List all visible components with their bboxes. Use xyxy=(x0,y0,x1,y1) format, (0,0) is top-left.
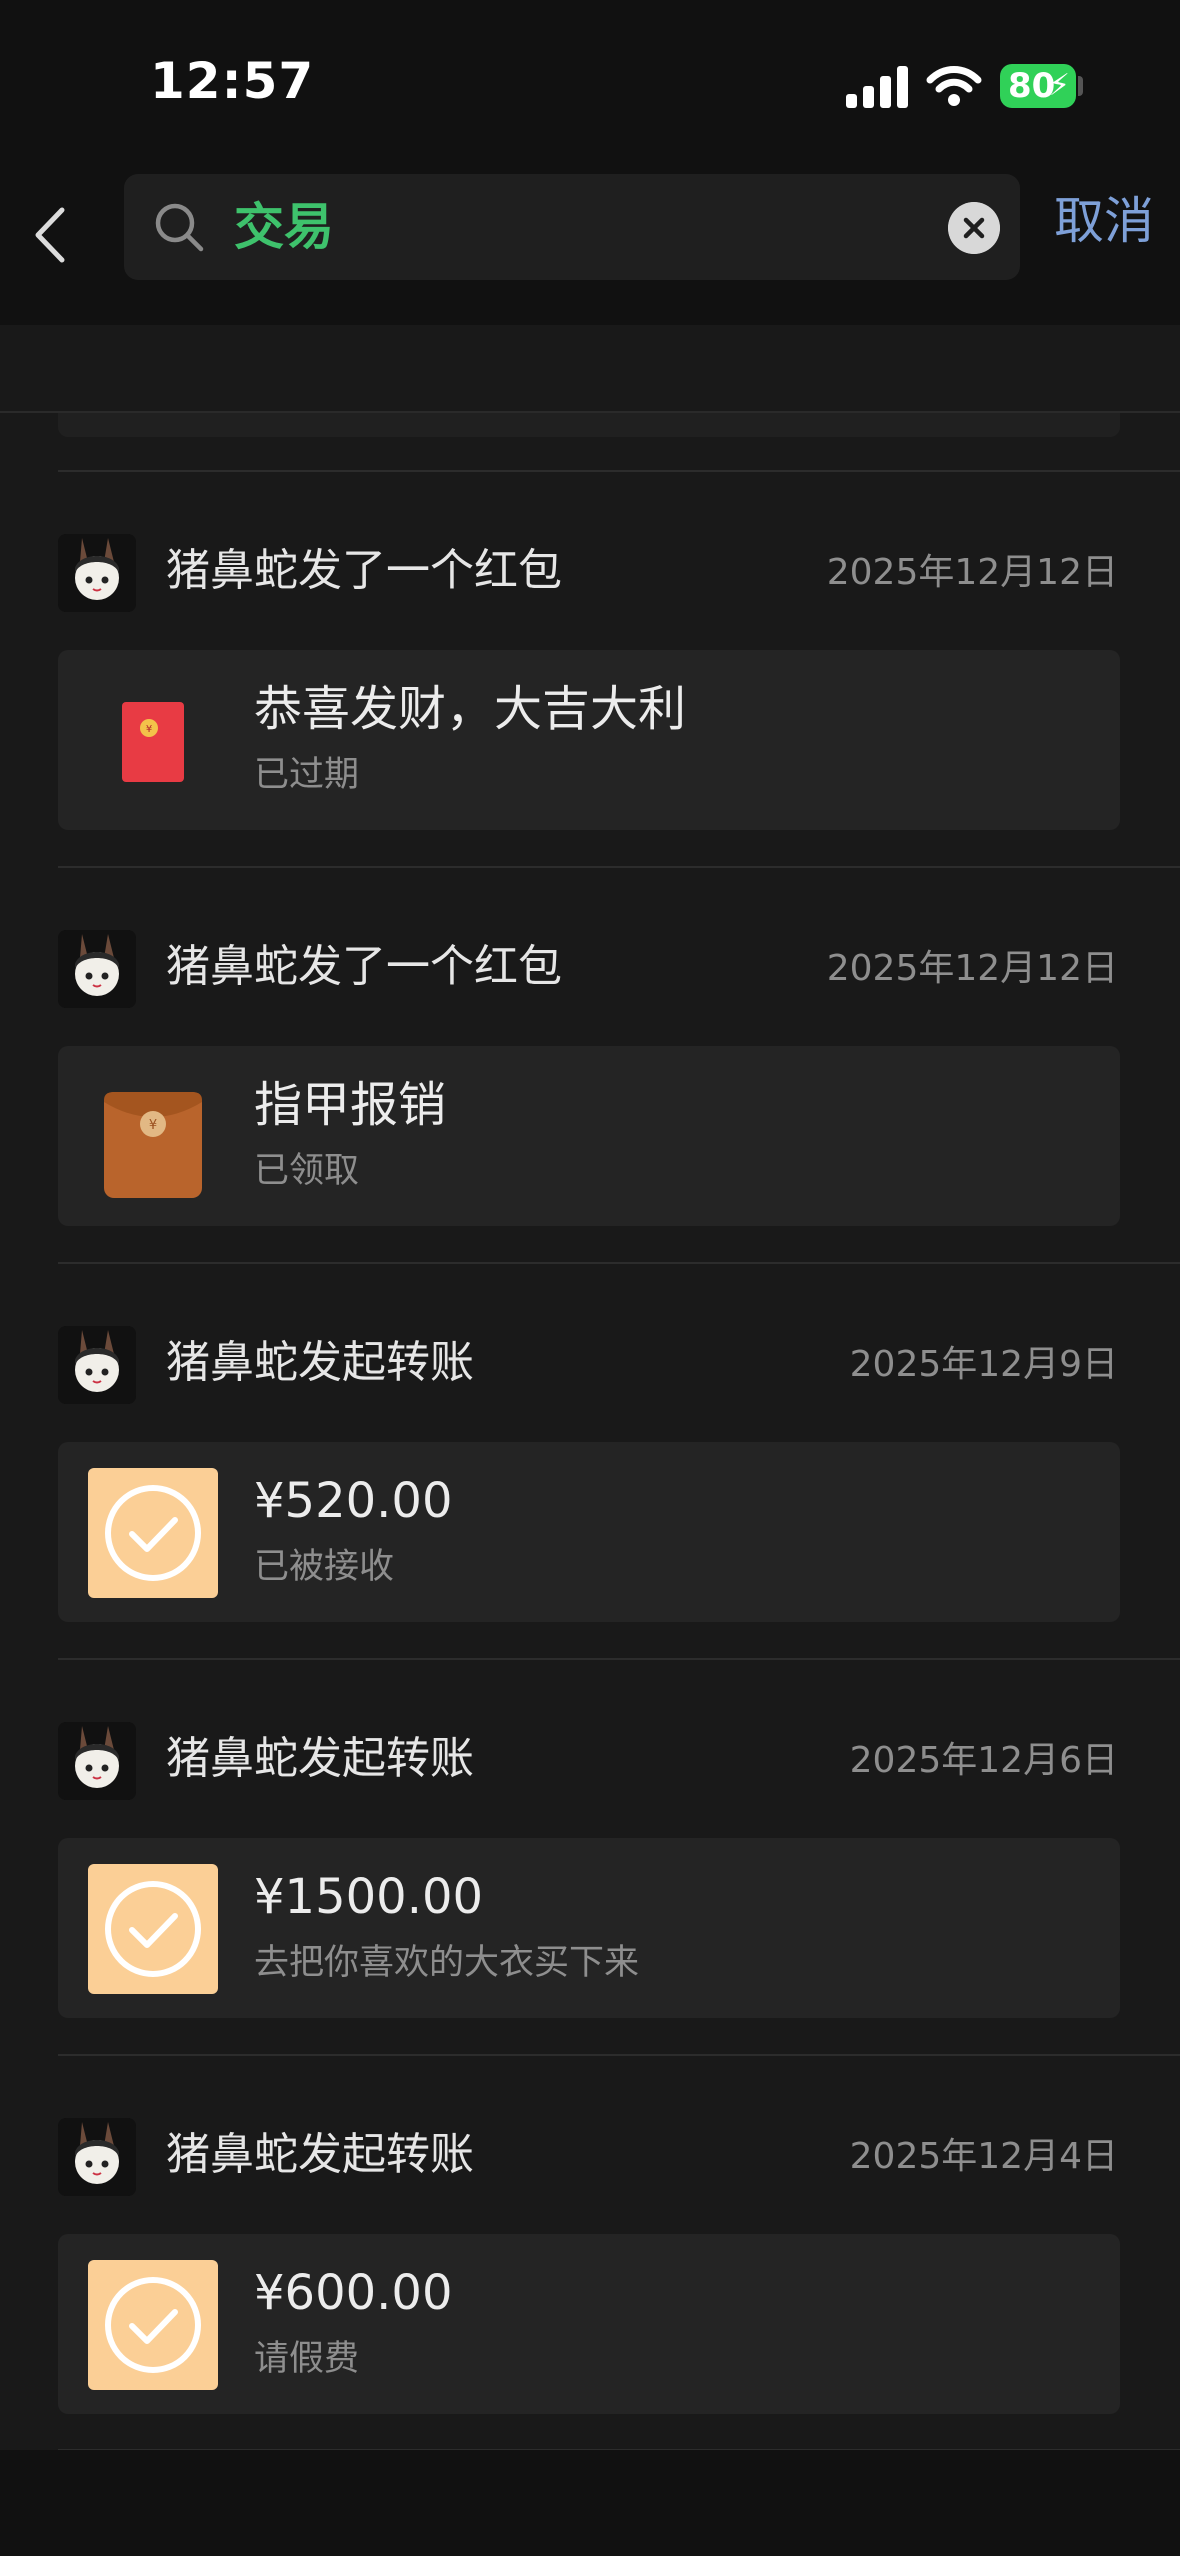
clear-search-icon[interactable] xyxy=(948,202,1000,254)
result-item[interactable]: 猪鼻蛇发起转账 2025年12月9日 ¥520.00 已被接收 xyxy=(0,1262,1180,1658)
item-title: 猪鼻蛇发了一个红包 xyxy=(166,941,562,992)
transfer-card[interactable]: ¥1500.00 去把你喜欢的大衣买下来 xyxy=(58,1838,1120,2018)
status-bar: 12:57 80 ⚡ xyxy=(0,0,1180,160)
transfer-accepted-icon xyxy=(88,2260,218,2390)
divider xyxy=(58,1262,1180,1264)
avatar xyxy=(58,2118,136,2196)
charging-bolt-icon: ⚡ xyxy=(1048,68,1070,103)
divider xyxy=(58,470,1180,472)
item-date: 2025年12月6日 xyxy=(849,1740,1118,1781)
avatar xyxy=(58,1722,136,1800)
result-item[interactable]: 猪鼻蛇发了一个红包 2025年12月12日 ¥ 恭喜发财，大吉大利 已过期 xyxy=(0,470,1180,866)
red-packet-card[interactable]: ¥ 指甲报销 已领取 xyxy=(58,1046,1120,1226)
item-title: 猪鼻蛇发起转账 xyxy=(166,1337,474,1388)
transfer-accepted-icon xyxy=(88,1864,218,1994)
opened-red-packet-icon: ¥ xyxy=(104,1092,202,1198)
search-query[interactable]: 交易 xyxy=(234,196,334,258)
battery-icon: 80 ⚡ xyxy=(1000,64,1076,108)
divider xyxy=(58,866,1180,868)
item-date: 2025年12月12日 xyxy=(826,948,1118,989)
transfer-note: 去把你喜欢的大衣买下来 xyxy=(254,1943,640,1983)
cancel-button[interactable]: 取消 xyxy=(1054,190,1154,252)
svg-text:¥: ¥ xyxy=(146,724,152,735)
wifi-icon xyxy=(926,66,982,106)
status-time: 12:57 xyxy=(150,52,315,110)
item-date: 2025年12月9日 xyxy=(849,1344,1118,1385)
avatar xyxy=(58,930,136,1008)
transfer-card[interactable]: ¥600.00 请假费 xyxy=(58,2234,1120,2414)
search-icon xyxy=(155,203,204,252)
transfer-amount: ¥1500.00 xyxy=(254,1869,484,1925)
battery-tip xyxy=(1078,76,1083,96)
packet-message: 指甲报销 xyxy=(254,1077,447,1133)
red-packet-card[interactable]: ¥ 恭喜发财，大吉大利 已过期 xyxy=(58,650,1120,830)
transfer-accepted-icon xyxy=(88,1468,218,1598)
packet-status: 已领取 xyxy=(254,1151,360,1191)
search-results: 猪鼻蛇发了一个红包 2025年12月12日 ¥ 恭喜发财，大吉大利 已过期 猪鼻… xyxy=(0,325,1180,2450)
transfer-card[interactable]: ¥520.00 已被接收 xyxy=(58,1442,1120,1622)
item-date: 2025年12月12日 xyxy=(826,552,1118,593)
transfer-note: 已被接收 xyxy=(254,1547,395,1587)
item-title: 猪鼻蛇发起转账 xyxy=(166,1733,474,1784)
red-packet-icon: ¥ xyxy=(122,702,184,782)
transfer-amount: ¥600.00 xyxy=(254,2265,453,2321)
packet-message: 恭喜发财，大吉大利 xyxy=(254,681,687,737)
packet-status: 已过期 xyxy=(254,755,360,795)
item-title: 猪鼻蛇发起转账 xyxy=(166,2129,474,2180)
avatar xyxy=(58,534,136,612)
transfer-amount: ¥520.00 xyxy=(254,1473,453,1529)
transfer-note: 请假费 xyxy=(254,2339,360,2379)
previous-card-edge xyxy=(58,413,1120,437)
result-item[interactable]: 猪鼻蛇发起转账 2025年12月4日 ¥600.00 请假费 xyxy=(0,2054,1180,2450)
svg-text:¥: ¥ xyxy=(149,1118,157,1133)
search-input[interactable]: 交易 xyxy=(124,174,1020,280)
item-date: 2025年12月4日 xyxy=(849,2136,1118,2177)
item-title: 猪鼻蛇发了一个红包 xyxy=(166,545,562,596)
search-header: 交易 取消 xyxy=(0,160,1180,325)
divider xyxy=(58,1658,1180,1660)
divider xyxy=(58,2054,1180,2056)
back-chevron-icon[interactable] xyxy=(20,190,80,280)
cellular-signal-icon xyxy=(846,66,908,108)
result-item[interactable]: 猪鼻蛇发起转账 2025年12月6日 ¥1500.00 去把你喜欢的大衣买下来 xyxy=(0,1658,1180,2054)
avatar xyxy=(58,1326,136,1404)
result-item[interactable]: 猪鼻蛇发了一个红包 2025年12月12日 ¥ 指甲报销 已领取 xyxy=(0,866,1180,1262)
bottom-safe-area xyxy=(0,2450,1180,2556)
